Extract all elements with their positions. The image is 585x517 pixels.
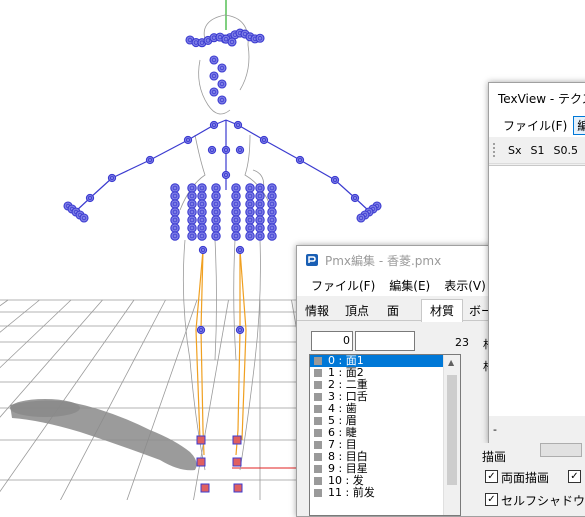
texview-toolbar: Sx S1 S0.5 S: [489, 137, 585, 164]
menu-file[interactable]: ファイル(F): [311, 277, 375, 294]
texview-status: -: [493, 423, 497, 436]
material-name-field[interactable]: [355, 331, 415, 351]
menu-edit[interactable]: 編集(E): [389, 277, 430, 294]
material-index-field[interactable]: 0: [311, 331, 353, 351]
material-count: 23: [455, 336, 469, 349]
scale-1-button[interactable]: S1: [531, 144, 545, 157]
scale-half-button[interactable]: S0.5: [553, 144, 577, 157]
double-sided-checkbox[interactable]: ✓: [485, 470, 498, 483]
material-swatch-icon: [314, 417, 322, 425]
model-shadow: [10, 399, 197, 470]
app-icon: [305, 253, 319, 267]
tab-info[interactable]: 情報: [303, 302, 331, 320]
material-swatch-icon: [314, 489, 322, 497]
material-list[interactable]: 0 : 面11 : 面22 : 二重3 : 口舌4 : 歯5 : 眉6 : 睫7…: [309, 354, 461, 516]
toolbar-grip-icon[interactable]: [493, 143, 499, 157]
tab-material[interactable]: 材質: [421, 299, 463, 322]
tab-face[interactable]: 面: [383, 302, 403, 320]
material-swatch-icon: [314, 393, 322, 401]
material-swatch-icon: [314, 381, 322, 389]
tab-vertex[interactable]: 頂点: [341, 302, 373, 320]
scale-sx-button[interactable]: Sx: [508, 144, 522, 157]
material-swatch-icon: [314, 429, 322, 437]
texview-menu-edit[interactable]: 編: [573, 116, 585, 135]
self-shadow-label: セルフシャドウ: [501, 492, 585, 509]
material-swatch-icon: [314, 465, 322, 473]
material-label: 11 : 前发: [328, 487, 375, 499]
material-row[interactable]: 11 : 前发: [310, 487, 460, 499]
texview-menu-bar: ファイル(F) 編: [489, 113, 585, 137]
texview-window-title: TexView - テクスチ: [498, 90, 585, 107]
material-swatch-icon: [314, 453, 322, 461]
material-swatch-icon: [314, 369, 322, 377]
scroll-thumb[interactable]: [447, 375, 457, 485]
material-swatch-icon: [314, 357, 322, 365]
scroll-up-icon[interactable]: ▲: [448, 358, 454, 367]
texview-title-bar[interactable]: TexView - テクスチ: [489, 83, 585, 113]
option-checkbox-2[interactable]: ✓: [568, 470, 581, 483]
texview-button[interactable]: [540, 443, 582, 457]
menu-view[interactable]: 表示(V): [444, 277, 486, 294]
material-list-scrollbar[interactable]: ▲: [443, 355, 460, 515]
texview-window[interactable]: TexView - テクスチ ファイル(F) 編 Sx S1 S0.5 S -: [488, 82, 585, 444]
drawing-options-panel: 描画 ✓ 両面描画 ✓ ✓ セルフシャドウ: [478, 443, 585, 503]
material-swatch-icon: [314, 405, 322, 413]
material-swatch-icon: [314, 477, 322, 485]
texture-canvas[interactable]: [489, 165, 585, 416]
drawing-section-header: 描画: [482, 448, 506, 465]
double-sided-label: 両面描画: [501, 469, 549, 486]
material-swatch-icon: [314, 441, 322, 449]
texview-menu-file[interactable]: ファイル(F): [503, 117, 567, 134]
pmx-window-title: Pmx編集 - 香菱.pmx: [325, 252, 441, 269]
